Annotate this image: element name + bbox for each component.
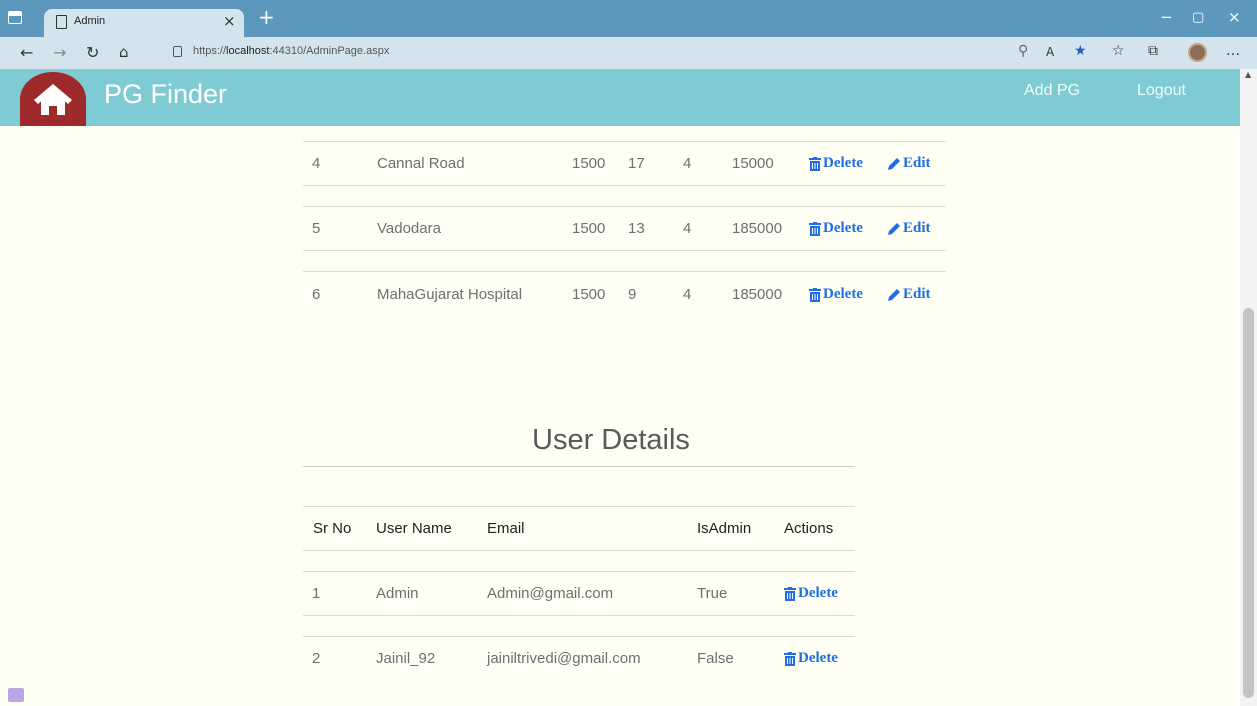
header-sr-no: Sr No bbox=[313, 520, 352, 537]
row-divider bbox=[303, 636, 855, 637]
edit-label: Edit bbox=[903, 155, 931, 171]
visual-studio-icon[interactable] bbox=[8, 688, 24, 702]
delete-user-button[interactable]: Delete bbox=[784, 650, 838, 667]
row-divider bbox=[303, 506, 855, 507]
tab-actions-icon[interactable] bbox=[8, 11, 22, 24]
user-sr-cell: 1 bbox=[312, 585, 321, 602]
pencil-icon bbox=[888, 157, 900, 170]
address-bar-row: ← → ↻ ⌂ https://localhost:44310/AdminPag… bbox=[0, 37, 1257, 69]
scrollbar-thumb[interactable] bbox=[1243, 308, 1254, 698]
delete-label: Delete bbox=[823, 220, 863, 236]
address-url[interactable]: https://localhost:44310/AdminPage.aspx bbox=[193, 45, 389, 57]
nav-logout[interactable]: Logout bbox=[1137, 82, 1186, 100]
restore-icon[interactable]: ▢ bbox=[1192, 10, 1204, 25]
edit-label: Edit bbox=[903, 220, 931, 236]
user-is-admin-cell: False bbox=[697, 650, 734, 667]
browser-tab-bar: Admin × + − ▢ × bbox=[0, 0, 1257, 37]
pencil-icon bbox=[888, 288, 900, 301]
row-divider bbox=[303, 271, 946, 272]
back-icon[interactable]: ← bbox=[20, 43, 33, 62]
new-tab-icon[interactable]: + bbox=[258, 5, 275, 29]
pg-col3-cell: 17 bbox=[628, 155, 645, 172]
nav-add-pg[interactable]: Add PG bbox=[1024, 82, 1080, 100]
browser-tab[interactable]: Admin × bbox=[44, 9, 244, 37]
trash-icon bbox=[809, 156, 821, 171]
user-sr-cell: 2 bbox=[312, 650, 321, 667]
row-divider bbox=[303, 141, 946, 142]
pg-rent-cell: 1500 bbox=[572, 155, 606, 172]
pg-col3-cell: 13 bbox=[628, 220, 645, 237]
pg-location-cell: Cannal Road bbox=[377, 155, 465, 172]
edit-label: Edit bbox=[903, 286, 931, 302]
row-divider bbox=[303, 185, 946, 186]
brand-title[interactable]: PG Finder bbox=[104, 79, 227, 110]
header-actions: Actions bbox=[784, 520, 834, 537]
pg-sr-cell: 5 bbox=[312, 220, 321, 237]
delete-pg-button[interactable]: Delete bbox=[809, 286, 863, 303]
delete-pg-button[interactable]: Delete bbox=[809, 155, 863, 172]
pg-sr-cell: 6 bbox=[312, 286, 321, 303]
pg-rent-cell: 1500 bbox=[572, 286, 606, 303]
user-name-cell: Admin bbox=[376, 585, 419, 602]
home-logo-icon[interactable] bbox=[20, 72, 86, 126]
pg-location-cell: Vadodara bbox=[377, 220, 441, 237]
scroll-up-arrow-icon[interactable]: ▲ bbox=[1245, 70, 1251, 79]
header-is-admin: IsAdmin bbox=[697, 520, 752, 537]
key-icon[interactable]: ⚲ bbox=[1018, 43, 1028, 59]
forward-icon[interactable]: → bbox=[53, 43, 66, 62]
row-divider bbox=[303, 550, 855, 551]
pg-deposit-cell: 15000 bbox=[732, 155, 774, 172]
pg-col4-cell: 4 bbox=[683, 286, 692, 303]
minimize-icon[interactable]: − bbox=[1160, 8, 1173, 26]
row-divider bbox=[303, 615, 855, 616]
user-name-cell: Jainil_92 bbox=[376, 650, 436, 667]
pg-location-cell: MahaGujarat Hospital bbox=[377, 286, 523, 303]
favorites-list-icon[interactable]: ☆ bbox=[1112, 43, 1125, 59]
delete-pg-button[interactable]: Delete bbox=[809, 220, 863, 237]
pg-deposit-cell: 185000 bbox=[732, 220, 783, 237]
delete-label: Delete bbox=[798, 650, 838, 666]
home-icon[interactable]: ⌂ bbox=[119, 43, 129, 61]
pg-sr-cell: 4 bbox=[312, 155, 321, 172]
header-user-name: User Name bbox=[376, 520, 452, 537]
delete-label: Delete bbox=[823, 286, 863, 302]
title-underline bbox=[303, 466, 855, 467]
page-icon bbox=[56, 15, 67, 29]
user-email-cell: Admin@gmail.com bbox=[487, 585, 614, 602]
user-details-title: User Details bbox=[532, 424, 690, 456]
lock-icon[interactable] bbox=[173, 46, 182, 57]
site-header: PG Finder Add PG Logout bbox=[0, 69, 1240, 126]
row-divider bbox=[303, 571, 855, 572]
row-divider bbox=[303, 250, 946, 251]
read-aloud-icon[interactable]: A bbox=[1046, 45, 1054, 59]
trash-icon bbox=[784, 586, 796, 601]
refresh-icon[interactable]: ↻ bbox=[86, 43, 99, 62]
more-icon[interactable]: … bbox=[1226, 43, 1240, 59]
favorite-star-icon[interactable]: ★ bbox=[1074, 43, 1087, 59]
delete-label: Delete bbox=[823, 155, 863, 171]
header-email: Email bbox=[487, 520, 525, 537]
tab-close-icon[interactable]: × bbox=[223, 12, 236, 30]
trash-icon bbox=[784, 651, 796, 666]
pg-rent-cell: 1500 bbox=[572, 220, 606, 237]
trash-icon bbox=[809, 287, 821, 302]
trash-icon bbox=[809, 221, 821, 236]
user-email-cell: jainiltrivedi@gmail.com bbox=[487, 650, 641, 667]
profile-avatar[interactable] bbox=[1188, 43, 1207, 62]
delete-label: Delete bbox=[798, 585, 838, 601]
row-divider bbox=[303, 206, 946, 207]
pg-col3-cell: 9 bbox=[628, 286, 637, 303]
pg-deposit-cell: 185000 bbox=[732, 286, 783, 303]
user-is-admin-cell: True bbox=[697, 585, 728, 602]
tab-title: Admin bbox=[74, 15, 106, 27]
edit-pg-button[interactable]: Edit bbox=[887, 286, 931, 303]
collections-icon[interactable]: ⧉ bbox=[1148, 43, 1158, 59]
pg-col4-cell: 4 bbox=[683, 155, 692, 172]
delete-user-button[interactable]: Delete bbox=[784, 585, 838, 602]
pencil-icon bbox=[888, 222, 900, 235]
edit-pg-button[interactable]: Edit bbox=[887, 220, 931, 237]
pg-col4-cell: 4 bbox=[683, 220, 692, 237]
edit-pg-button[interactable]: Edit bbox=[887, 155, 931, 172]
close-window-icon[interactable]: × bbox=[1228, 8, 1241, 26]
